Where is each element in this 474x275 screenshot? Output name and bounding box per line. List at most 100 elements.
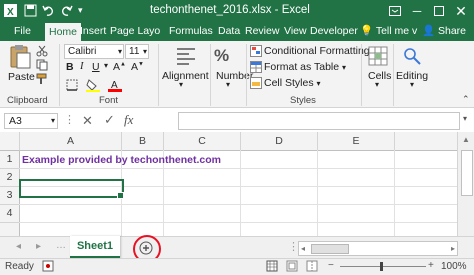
alignment-label[interactable]: Alignment xyxy=(162,70,209,82)
underline-dropdown-icon[interactable]: ▾ xyxy=(104,61,108,70)
page-layout-view-icon[interactable] xyxy=(286,260,298,275)
italic-icon[interactable]: I xyxy=(80,61,84,72)
column-header-d[interactable]: D xyxy=(241,132,318,151)
number-label[interactable]: Number xyxy=(216,70,253,82)
tab-file[interactable]: File xyxy=(12,22,33,41)
column-header-c[interactable]: C xyxy=(164,132,241,151)
tab-formulas[interactable]: Formulas xyxy=(167,22,215,41)
tab-developer[interactable]: Developer xyxy=(308,22,360,41)
row-header-1[interactable]: 1 xyxy=(0,151,20,169)
format-painter-icon[interactable] xyxy=(36,73,48,88)
redo-icon[interactable] xyxy=(60,4,73,17)
enter-icon[interactable]: ✓ xyxy=(104,112,115,128)
cell-styles-label: Cell Styles xyxy=(264,77,314,89)
cell-a1[interactable]: Example provided by techonthenet.com xyxy=(22,152,221,169)
chevron-down-icon: ▾ xyxy=(50,116,55,125)
sheet-next-icon[interactable]: ▸ xyxy=(36,241,41,252)
zoom-level[interactable]: 100% xyxy=(441,261,467,272)
expand-formula-icon[interactable]: ▾ xyxy=(463,114,467,123)
hscroll-thumb[interactable] xyxy=(311,244,349,254)
tab-view[interactable]: View xyxy=(282,22,309,41)
undo-icon[interactable] xyxy=(42,4,55,17)
sheet-tab-bar: ◂ ▸ … Sheet1 ⋮ ◂ ▸ xyxy=(0,235,474,263)
save-icon[interactable] xyxy=(24,4,37,17)
cells-label[interactable]: Cells xyxy=(368,70,391,82)
macro-record-icon[interactable] xyxy=(42,260,54,275)
horizontal-scrollbar[interactable]: ◂ ▸ xyxy=(298,241,458,256)
zoom-slider-thumb[interactable] xyxy=(380,262,383,271)
conditional-formatting-button[interactable]: Conditional Formatting ▾ xyxy=(264,45,377,57)
column-header-b[interactable]: B xyxy=(122,132,164,151)
font-size-box[interactable]: 11 ▾ xyxy=(125,44,149,59)
group-divider xyxy=(59,44,60,106)
alignment-icon[interactable] xyxy=(176,47,196,68)
decrease-font-icon[interactable]: A▼ xyxy=(131,61,144,73)
cut-icon[interactable] xyxy=(36,45,48,60)
font-name-box[interactable]: Calibri ▾ xyxy=(64,44,124,59)
font-size-value: 11 xyxy=(129,46,140,57)
column-header-blank xyxy=(395,132,457,151)
format-as-table-button[interactable]: Format as Table ▾ xyxy=(264,61,346,73)
scrollbar-thumb[interactable] xyxy=(461,150,473,196)
maximize-button[interactable] xyxy=(428,0,450,22)
vertical-scrollbar[interactable]: ▲ xyxy=(457,132,474,236)
close-button[interactable]: ✕ xyxy=(450,0,472,22)
fx-icon[interactable]: fx xyxy=(124,112,133,128)
borders-icon[interactable] xyxy=(66,79,78,94)
column-header-a[interactable]: A xyxy=(20,132,122,151)
select-all-corner[interactable] xyxy=(0,132,20,151)
group-divider xyxy=(158,44,159,106)
customize-qat-icon[interactable]: ▾ xyxy=(78,4,91,17)
conditional-formatting-icon[interactable] xyxy=(250,45,262,60)
sheet-more-icon[interactable]: … xyxy=(56,240,66,251)
share-button[interactable]: 👤 Share xyxy=(420,22,468,41)
sheet-prev-icon[interactable]: ◂ xyxy=(16,241,21,252)
scroll-left-icon[interactable]: ◂ xyxy=(301,242,305,255)
cell-styles-icon[interactable] xyxy=(250,77,262,92)
editing-icon[interactable] xyxy=(402,46,424,69)
cell-styles-button[interactable]: Cell Styles ▾ xyxy=(264,77,321,89)
formula-input[interactable] xyxy=(178,112,460,130)
gridline xyxy=(240,150,241,236)
collapse-ribbon-icon[interactable]: ⌃ xyxy=(462,94,470,105)
chevron-down-icon: ▾ xyxy=(375,80,380,89)
bold-icon[interactable]: B xyxy=(66,61,74,73)
column-header-e[interactable]: E xyxy=(318,132,395,151)
active-cell-a3[interactable] xyxy=(19,179,124,198)
chevron-down-icon: ▾ xyxy=(410,80,415,89)
normal-view-icon[interactable] xyxy=(266,260,278,275)
format-table-icon[interactable] xyxy=(250,61,262,76)
tell-me-box[interactable]: 💡 Tell me v xyxy=(358,22,419,41)
row-header-2[interactable]: 2 xyxy=(0,169,20,187)
font-color-icon[interactable]: A xyxy=(108,78,122,95)
row-header-4[interactable]: 4 xyxy=(0,205,20,223)
tab-page-layout[interactable]: Page Layo xyxy=(108,22,162,41)
tab-data[interactable]: Data xyxy=(216,22,242,41)
underline-icon[interactable]: U xyxy=(92,61,100,73)
cells-icon[interactable] xyxy=(368,46,388,69)
zoom-in-icon[interactable]: + xyxy=(428,260,434,271)
tab-insert[interactable]: Insert xyxy=(78,22,108,41)
gridline xyxy=(19,204,457,205)
page-break-view-icon[interactable] xyxy=(306,260,318,275)
increase-font-icon[interactable]: A▲ xyxy=(113,61,126,73)
paste-label[interactable]: Paste xyxy=(8,71,35,83)
copy-icon[interactable] xyxy=(36,59,48,74)
name-box[interactable]: A3 ▾ xyxy=(4,113,58,129)
percent-icon[interactable]: % xyxy=(214,46,229,66)
scroll-up-icon[interactable]: ▲ xyxy=(462,135,470,144)
fill-handle[interactable] xyxy=(117,192,124,199)
zoom-slider[interactable] xyxy=(340,266,426,267)
font-group-label: Font xyxy=(99,95,119,106)
cancel-icon[interactable]: ✕ xyxy=(82,113,93,129)
tab-home[interactable]: Home xyxy=(45,22,82,42)
ribbon-display-icon[interactable] xyxy=(384,0,406,22)
fill-color-icon[interactable] xyxy=(86,79,100,95)
paste-icon[interactable] xyxy=(9,44,31,73)
tab-review[interactable]: Review xyxy=(243,22,281,41)
scroll-right-icon[interactable]: ▸ xyxy=(451,242,455,255)
zoom-out-icon[interactable]: − xyxy=(328,260,334,271)
sheet-tab-sheet1[interactable]: Sheet1 xyxy=(70,236,120,259)
row-header-3[interactable]: 3 xyxy=(0,187,20,205)
minimize-button[interactable]: ─ xyxy=(406,0,428,22)
